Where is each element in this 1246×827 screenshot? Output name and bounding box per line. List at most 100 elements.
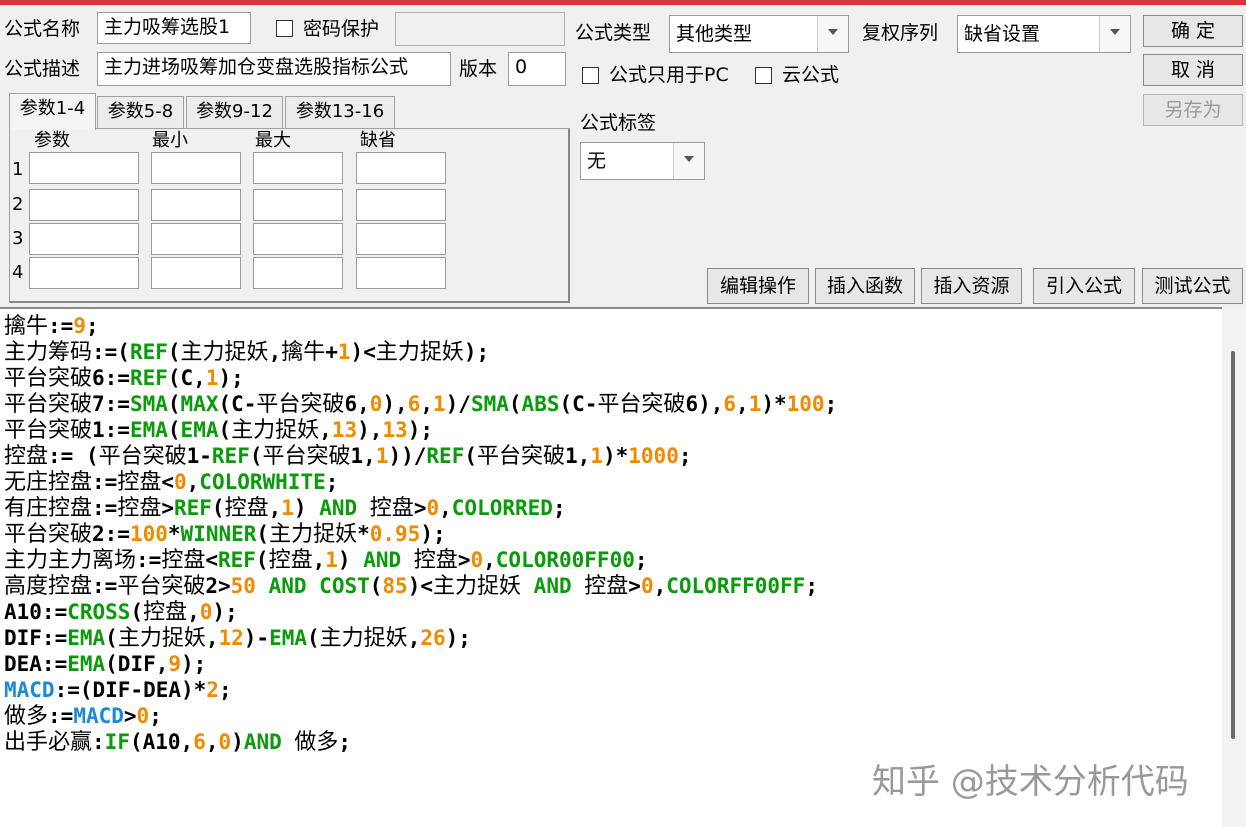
code-line[interactable]: 做多:=MACD>0;: [4, 703, 837, 729]
code-token: EMA: [67, 626, 106, 650]
insert-resource-button[interactable]: 插入资源: [921, 268, 1022, 304]
param-name-input[interactable]: [29, 257, 139, 289]
code-token: 100: [129, 522, 168, 546]
code-line[interactable]: 平台突破1:=EMA(EMA(主力捉妖,13),13);: [4, 417, 837, 443]
param-default-input[interactable]: [356, 152, 446, 184]
insert-function-button[interactable]: 插入函数: [815, 268, 915, 304]
chevron-down-icon[interactable]: [1099, 16, 1130, 52]
code-token: 高度控盘: [4, 574, 93, 599]
code-line[interactable]: 高度控盘:=平台突破2>50 AND COST(85)<主力捉妖 AND 控盘>…: [4, 573, 837, 599]
param-max-input[interactable]: [253, 257, 343, 289]
formula-code[interactable]: 擒牛:=9; 主力筹码:=(REF(主力捉妖,擒牛+1)<主力捉妖); 平台突破6:…: [4, 313, 837, 755]
code-line[interactable]: 平台突破7:=SMA(MAX(C-平台突破6,0),6,1)/SMA(ABS(C…: [4, 391, 837, 417]
code-line[interactable]: A10:=CROSS(控盘,0);: [4, 599, 837, 625]
param-min-input[interactable]: [151, 223, 241, 255]
editor-scrollbar-thumb[interactable]: [1231, 351, 1235, 739]
param-max-input[interactable]: [253, 223, 343, 255]
formula-tag-select[interactable]: 无: [580, 142, 705, 180]
code-line[interactable]: 有庄控盘:=控盘>REF(控盘,1) AND 控盘>0,COLORRED;: [4, 495, 837, 521]
code-token: :=: [48, 704, 74, 728]
code-token: 1,: [565, 444, 591, 468]
test-formula-button[interactable]: 测试公式: [1142, 268, 1243, 304]
chevron-down-icon[interactable]: [673, 143, 704, 179]
cloud-formula-checkbox[interactable]: [755, 67, 772, 84]
code-token: *: [357, 522, 370, 546]
password-protect-label: 密码保护: [303, 18, 380, 40]
password-protect-checkbox[interactable]: [276, 20, 293, 37]
code-line[interactable]: 出手必赢:IF(A10,6,0)AND 做多;: [4, 729, 837, 755]
code-token: 2:=: [92, 522, 130, 546]
cancel-button[interactable]: 取 消: [1143, 54, 1243, 86]
param-min-input[interactable]: [151, 257, 241, 289]
code-line[interactable]: DIF:=EMA(主力捉妖,12)-EMA(主力捉妖,26);: [4, 625, 837, 651]
code-token: )<: [350, 340, 376, 364]
param-max-input[interactable]: [253, 189, 343, 221]
formula-desc-input[interactable]: 主力进场吸筹加仓变盘选股指标公式: [97, 52, 451, 86]
password-input: [395, 12, 565, 46]
param-name-input[interactable]: [29, 223, 139, 255]
code-line[interactable]: 主力筹码:=(REF(主力捉妖,擒牛+1)<主力捉妖);: [4, 339, 837, 365]
param-default-input[interactable]: [356, 223, 446, 255]
code-line[interactable]: 擒牛:=9;: [4, 313, 837, 339]
formula-type-select[interactable]: 其他类型: [669, 15, 849, 53]
code-token: :=(: [92, 340, 130, 364]
code-token: ;: [85, 314, 99, 338]
code-token: 主力捉妖: [117, 626, 206, 651]
save-as-button[interactable]: 另存为: [1143, 94, 1243, 126]
param-header-default: 缺省: [360, 130, 396, 151]
tab-params-13-16[interactable]: 参数13-16: [285, 96, 395, 128]
param-name-input[interactable]: [29, 152, 139, 184]
code-line[interactable]: MACD:=(DIF-DEA)*2;: [4, 677, 837, 703]
code-token: ): [231, 730, 244, 754]
chevron-down-icon[interactable]: [817, 16, 848, 52]
code-token: REF: [173, 496, 212, 520]
code-line[interactable]: DEA:=EMA(DIF,9);: [4, 651, 837, 677]
param-min-input[interactable]: [151, 152, 241, 184]
cloud-formula-label: 云公式: [782, 64, 840, 86]
pc-only-checkbox[interactable]: [582, 67, 599, 84]
code-token: 1,: [350, 444, 376, 468]
formula-name-label: 公式名称: [4, 18, 81, 40]
param-name-input[interactable]: [29, 189, 139, 221]
code-line[interactable]: 控盘:= (平台突破1-REF(平台突破1,1))/REF(平台突破1,1)*1…: [4, 443, 837, 469]
param-min-input[interactable]: [151, 189, 241, 221]
param-default-input[interactable]: [356, 257, 446, 289]
code-line[interactable]: 平台突破2:=100*WINNER(主力捉妖*0.95);: [4, 521, 837, 547]
param-max-input[interactable]: [253, 152, 343, 184]
editor-scrollbar[interactable]: [1222, 309, 1246, 827]
code-token: ;: [824, 392, 838, 416]
code-token: 平台突破: [4, 366, 93, 391]
code-token: 控盘: [584, 574, 629, 599]
tab-params-1-4[interactable]: 参数1-4: [9, 93, 96, 130]
formula-name-input[interactable]: 主力吸筹选股1: [97, 12, 251, 44]
code-token: CROSS: [67, 600, 131, 624]
formula-code-editor[interactable]: 擒牛:=9; 主力筹码:=(REF(主力捉妖,擒牛+1)<主力捉妖); 平台突破6:…: [0, 307, 1222, 827]
code-line[interactable]: 主力主力离场:=控盘<REF(控盘,1) AND 控盘>0,COLOR00FF0…: [4, 547, 837, 573]
rights-series-select[interactable]: 缺省设置: [957, 15, 1131, 53]
code-token: 主力筹码: [4, 340, 93, 365]
param-default-input[interactable]: [356, 189, 446, 221]
code-token: 0: [470, 548, 484, 572]
code-line[interactable]: 平台突破6:=REF(C,1);: [4, 365, 837, 391]
code-token: 0: [136, 704, 150, 728]
code-token: 6,: [344, 392, 370, 416]
code-token: 13: [382, 418, 408, 442]
code-line[interactable]: 无庄控盘:=控盘<0,COLORWHITE;: [4, 469, 837, 495]
tab-params-5-8[interactable]: 参数5-8: [97, 96, 184, 128]
ok-button[interactable]: 确 定: [1143, 15, 1243, 47]
code-token: 0: [199, 600, 213, 624]
code-token: 主力捉妖: [319, 626, 408, 651]
version-input[interactable]: 0: [508, 52, 566, 86]
rights-series-value: 缺省设置: [964, 23, 1041, 45]
code-token: 1:=: [92, 418, 130, 442]
import-formula-button[interactable]: 引入公式: [1033, 268, 1135, 304]
code-token: AND: [268, 574, 307, 598]
code-token: 擒牛: [4, 314, 49, 339]
pc-only-label: 公式只用于PC: [609, 64, 729, 86]
edit-operations-button[interactable]: 编辑操作: [707, 268, 809, 304]
code-token: 控盘: [268, 548, 313, 573]
code-token: 12: [218, 626, 244, 650]
code-token: ,: [483, 548, 496, 572]
tab-params-9-12[interactable]: 参数9-12: [186, 96, 283, 128]
